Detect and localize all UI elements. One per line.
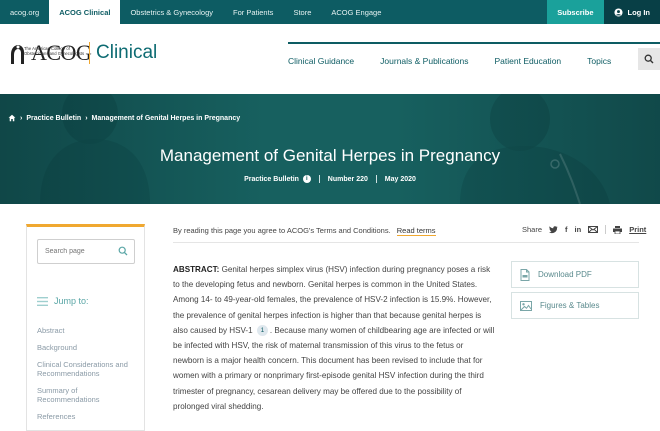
utility-bar: acog.org ACOG Clinical Obstetrics & Gyne… <box>0 0 660 24</box>
site-search-button[interactable] <box>638 48 660 70</box>
page-title: Management of Genital Herpes in Pregnanc… <box>159 146 501 165</box>
search-icon[interactable] <box>118 246 128 256</box>
subscribe-button[interactable]: Subscribe <box>547 0 604 24</box>
terms-notice: By reading this page you agree to ACOG's… <box>173 226 436 236</box>
chevron-right-icon: › <box>85 114 88 122</box>
list-icon <box>37 296 48 306</box>
page-search <box>37 239 135 264</box>
nav-journals-publications[interactable]: Journals & Publications <box>367 56 481 66</box>
hero-banner: › Practice Bulletin › Management of Geni… <box>0 94 660 204</box>
topbar-link-for-patients[interactable]: For Patients <box>223 0 283 24</box>
topbar-link-store[interactable]: Store <box>283 0 321 24</box>
login-label: Log In <box>627 7 651 17</box>
nav-topics[interactable]: Topics <box>574 56 624 66</box>
share-label: Share <box>522 225 543 234</box>
download-pdf-label: Download PDF <box>538 270 592 279</box>
figures-tables-label: Figures & Tables <box>540 301 600 310</box>
chevron-right-icon: › <box>20 114 23 122</box>
read-terms-link[interactable]: Read terms <box>396 226 436 236</box>
toc-item-references[interactable]: References <box>37 412 137 421</box>
toc-item-summary-of-recommendations[interactable]: Summary of Recommendations <box>37 386 137 404</box>
page-sidebar: Jump to: Abstract Background Clinical Co… <box>26 224 145 431</box>
search-icon <box>644 54 654 64</box>
nav-patient-education[interactable]: Patient Education <box>482 56 575 66</box>
email-icon[interactable] <box>588 226 599 233</box>
abstract-paragraph: ABSTRACT: Genital herpes simplex virus (… <box>173 262 495 414</box>
clinical-wordmark[interactable]: Clinical <box>96 42 157 64</box>
printer-icon[interactable] <box>613 225 623 234</box>
search-page-input[interactable] <box>38 240 108 263</box>
abstract-text-part1: Genital herpes simplex virus (HSV) infec… <box>173 265 492 335</box>
twitter-icon[interactable] <box>549 225 558 234</box>
breadcrumb: › Practice Bulletin › Management of Geni… <box>8 114 240 122</box>
meta-date: May 2020 <box>384 175 416 183</box>
facebook-icon[interactable]: f <box>565 225 568 234</box>
image-icon <box>520 300 532 311</box>
toc-item-clinical-considerations[interactable]: Clinical Considerations and Recommendati… <box>37 360 137 378</box>
terms-text: By reading this page you agree to ACOG's… <box>173 226 391 235</box>
download-pdf-button[interactable]: Download PDF <box>511 261 639 288</box>
abstract-text-part2: . Because many women of childbearing age… <box>173 325 495 411</box>
toc-item-abstract[interactable]: Abstract <box>37 326 137 335</box>
figures-tables-button[interactable]: Figures & Tables <box>511 292 639 319</box>
meta-document-type: Practice Bulletin <box>244 175 299 183</box>
logo-divider <box>89 42 90 64</box>
home-icon[interactable] <box>8 114 16 122</box>
topbar-link-obgyn[interactable]: Obstetrics & Gynecology <box>120 0 223 24</box>
info-icon[interactable]: i <box>302 175 311 183</box>
topbar-link-acog-clinical[interactable]: ACOG Clinical <box>49 0 121 24</box>
topbar-link-acog-org[interactable]: acog.org <box>0 0 49 24</box>
toc-item-background[interactable]: Background <box>37 343 137 352</box>
jump-to-label: Jump to: <box>54 296 89 306</box>
meta-document-number: Number 220 <box>327 175 368 183</box>
site-header: ACOG The American College of Obstetricia… <box>0 24 660 94</box>
main-nav: Clinical Guidance Journals & Publication… <box>288 42 660 78</box>
linkedin-icon[interactable]: in <box>575 225 582 234</box>
abstract-label: ABSTRACT: <box>173 265 220 274</box>
breadcrumb-practice-bulletin[interactable]: Practice Bulletin <box>26 115 81 122</box>
print-link[interactable]: Print <box>629 225 646 234</box>
breadcrumb-current-page: Management of Genital Herpes in Pregnanc… <box>91 114 241 122</box>
share-toolbar: Share f in Print <box>522 225 646 234</box>
logo-subtitle: The American College of Obstetricians an… <box>24 46 85 56</box>
user-icon <box>613 7 623 17</box>
divider <box>173 242 639 243</box>
nav-clinical-guidance[interactable]: Clinical Guidance <box>288 56 367 66</box>
login-button[interactable]: Log In <box>603 0 660 24</box>
reference-badge[interactable]: 1 <box>256 325 268 337</box>
document-meta: Practice Bulletin i Number 220 May 2020 <box>0 175 660 183</box>
topbar-link-acog-engage[interactable]: ACOG Engage <box>321 0 391 24</box>
table-of-contents: Abstract Background Clinical Considerati… <box>37 326 137 429</box>
jump-to-heading: Jump to: <box>37 296 89 306</box>
pdf-file-icon <box>520 268 530 281</box>
